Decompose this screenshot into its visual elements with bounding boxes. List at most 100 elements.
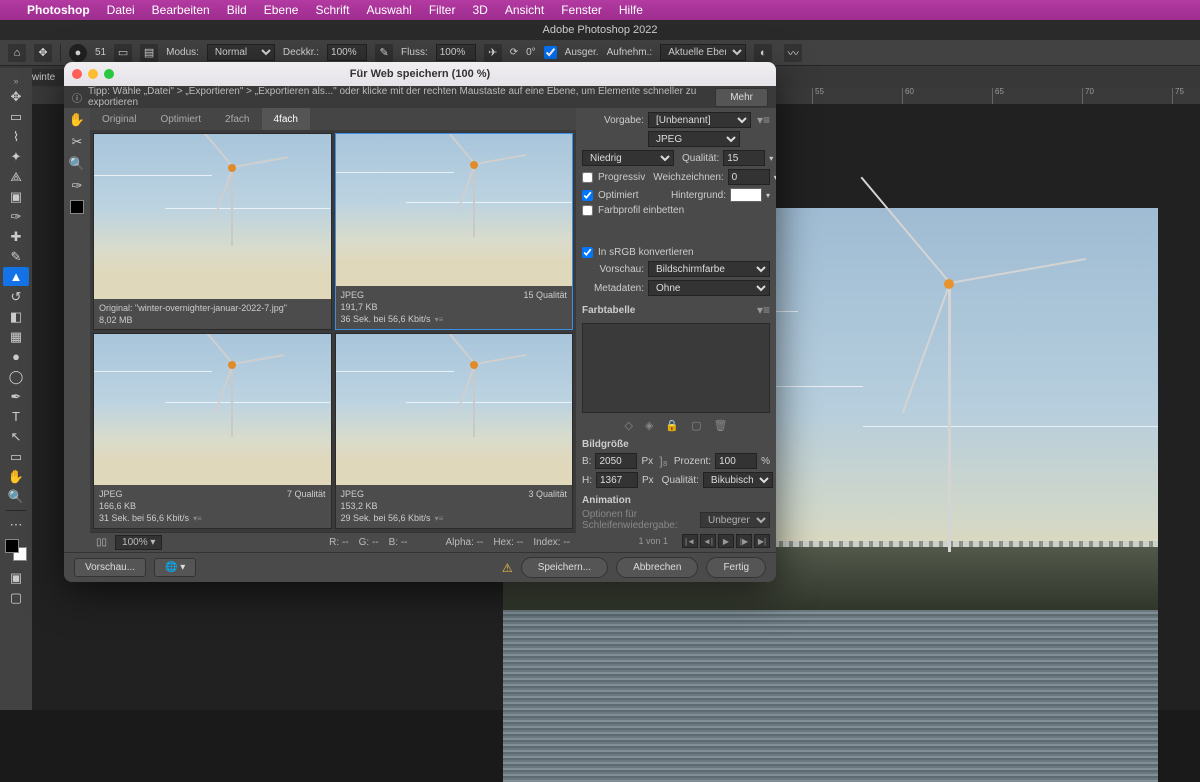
colortable-menu-icon[interactable]: ▾≡ [757, 303, 770, 317]
clone-stamp-tool[interactable]: ▲ [3, 267, 29, 286]
lasso-tool[interactable]: ⌇ [3, 127, 29, 146]
preview-button[interactable]: Vorschau... [74, 558, 146, 577]
preset-select[interactable]: [Unbenannt] [648, 112, 751, 128]
type-tool[interactable]: T [3, 407, 29, 426]
modem-menu-icon[interactable]: ▾≡ [435, 315, 444, 324]
menu-datei[interactable]: Datei [107, 3, 135, 17]
traffic-lights[interactable] [72, 69, 114, 79]
zoom-select[interactable]: 100% ▾ [115, 535, 162, 550]
grid-modes-icon[interactable]: ▯▯ [96, 537, 107, 548]
healing-tool[interactable]: ✚ [3, 227, 29, 246]
opacity-input[interactable] [327, 44, 367, 61]
embed-profile-checkbox[interactable] [582, 205, 593, 216]
pressure-opacity-icon[interactable]: ✎ [375, 44, 393, 62]
preview-cell-jpeg-3[interactable]: JPEG3 Qualität 153,2 KB 29 Sek. bei 56,6… [335, 333, 574, 530]
ct-icon[interactable]: 🔒 [665, 419, 679, 432]
brush-tool[interactable]: ✎ [3, 247, 29, 266]
hand-tool-icon[interactable]: ✋ [69, 112, 85, 128]
color-swatches[interactable] [5, 539, 27, 561]
pen-tool[interactable]: ✒ [3, 387, 29, 406]
ignore-adj-icon[interactable]: ◐ [754, 44, 772, 62]
height-input[interactable] [596, 472, 638, 488]
last-frame-button[interactable]: ▶| [754, 534, 770, 548]
gradient-tool[interactable]: ▦ [3, 327, 29, 346]
menu-app[interactable]: Photoshop [27, 3, 90, 17]
browser-preview-button[interactable]: 🌐 ▾ [154, 558, 196, 577]
path-tool[interactable]: ↖ [3, 427, 29, 446]
ct-icon[interactable]: ▢ [691, 419, 701, 432]
frame-tool[interactable]: ▣ [3, 187, 29, 206]
menu-hilfe[interactable]: Hilfe [619, 3, 643, 17]
ct-icon[interactable]: 🗑 [714, 419, 728, 432]
tab-original[interactable]: Original [90, 108, 148, 130]
percent-input[interactable] [715, 453, 757, 469]
brush-settings-icon[interactable]: ▤ [140, 44, 158, 62]
menu-bearbeiten[interactable]: Bearbeiten [152, 3, 210, 17]
srgb-checkbox[interactable] [582, 247, 593, 258]
preview-select[interactable]: Bildschirmfarbe [648, 261, 770, 277]
airbrush-icon[interactable]: ✈ [484, 44, 502, 62]
hand-tool[interactable]: ✋ [3, 467, 29, 486]
edit-toolbar[interactable]: ⋯ [3, 515, 29, 534]
home-icon[interactable]: ⌂ [8, 44, 26, 62]
slice-tool-icon[interactable]: ✂ [72, 134, 83, 150]
menu-schrift[interactable]: Schrift [315, 3, 349, 17]
menu-ansicht[interactable]: Ansicht [505, 3, 544, 17]
close-icon[interactable] [72, 69, 82, 79]
prev-frame-button[interactable]: ◄| [700, 534, 716, 548]
ct-icon[interactable]: ◇ [624, 419, 632, 432]
preview-cell-original[interactable]: Original: "winter-overnighter-januar-202… [93, 133, 332, 330]
menu-filter[interactable]: Filter [429, 3, 456, 17]
blur-tool[interactable]: ● [3, 347, 29, 366]
zoom-tool-icon[interactable]: 🔍 [69, 156, 85, 172]
done-button[interactable]: Fertig [706, 557, 766, 578]
width-input[interactable] [595, 453, 637, 469]
quality-input[interactable] [723, 150, 765, 166]
metadata-select[interactable]: Ohne [648, 280, 770, 296]
matte-color[interactable] [730, 188, 762, 202]
quality-preset-select[interactable]: Niedrig [582, 150, 674, 166]
menu-bild[interactable]: Bild [227, 3, 247, 17]
history-brush-tool[interactable]: ↺ [3, 287, 29, 306]
wand-tool[interactable]: ✦ [3, 147, 29, 166]
mehr-button[interactable]: Mehr [715, 88, 768, 107]
preview-cell-jpeg-15[interactable]: JPEG15 Qualität 191,7 KB 36 Sek. bei 56,… [335, 133, 574, 330]
optimized-checkbox[interactable] [582, 190, 593, 201]
eraser-tool[interactable]: ◧ [3, 307, 29, 326]
play-button[interactable]: ▶ [718, 534, 734, 548]
menu-ebene[interactable]: Ebene [264, 3, 299, 17]
tool-preset-icon[interactable]: ✥ [34, 44, 52, 62]
format-select[interactable]: JPEG [648, 131, 740, 147]
blur-input[interactable] [728, 169, 770, 185]
first-frame-button[interactable]: |◄ [682, 534, 698, 548]
link-icon[interactable]: ]₈ [657, 454, 670, 468]
tab-optimiert[interactable]: Optimiert [148, 108, 213, 130]
aligned-checkbox[interactable] [544, 44, 557, 61]
sample-select[interactable]: Aktuelle Ebene [660, 44, 746, 61]
preview-cell-jpeg-7[interactable]: JPEG7 Qualität 166,6 KB 31 Sek. bei 56,6… [93, 333, 332, 530]
modem-menu-icon[interactable]: ▾≡ [435, 514, 444, 523]
screenmode-tool[interactable]: ▢ [3, 588, 29, 607]
tab-2fach[interactable]: 2fach [213, 108, 261, 130]
next-frame-button[interactable]: |▶ [736, 534, 752, 548]
zoom-icon[interactable] [104, 69, 114, 79]
eyedropper-tool-icon[interactable]: ✑ [72, 178, 83, 194]
preset-menu-icon[interactable]: ▾≡ [757, 113, 770, 127]
crop-tool[interactable]: ⟁ [3, 167, 29, 186]
brush-preview-icon[interactable]: ● [69, 44, 87, 62]
brush-panel-icon[interactable]: ▭ [114, 44, 132, 62]
cancel-button[interactable]: Abbrechen [616, 557, 698, 578]
ct-icon[interactable]: ◈ [645, 419, 653, 432]
eyedropper-color[interactable] [70, 200, 84, 214]
dodge-tool[interactable]: ◯ [3, 367, 29, 386]
pressure-size-icon[interactable]: 〰 [784, 44, 802, 62]
flow-input[interactable] [436, 44, 476, 61]
save-button[interactable]: Speichern... [521, 557, 608, 578]
shape-tool[interactable]: ▭ [3, 447, 29, 466]
menu-3d[interactable]: 3D [472, 3, 487, 17]
menu-auswahl[interactable]: Auswahl [366, 3, 411, 17]
tab-4fach[interactable]: 4fach [262, 108, 310, 130]
progressive-checkbox[interactable] [582, 172, 593, 183]
modem-menu-icon[interactable]: ▾≡ [193, 514, 202, 523]
minimize-icon[interactable] [88, 69, 98, 79]
